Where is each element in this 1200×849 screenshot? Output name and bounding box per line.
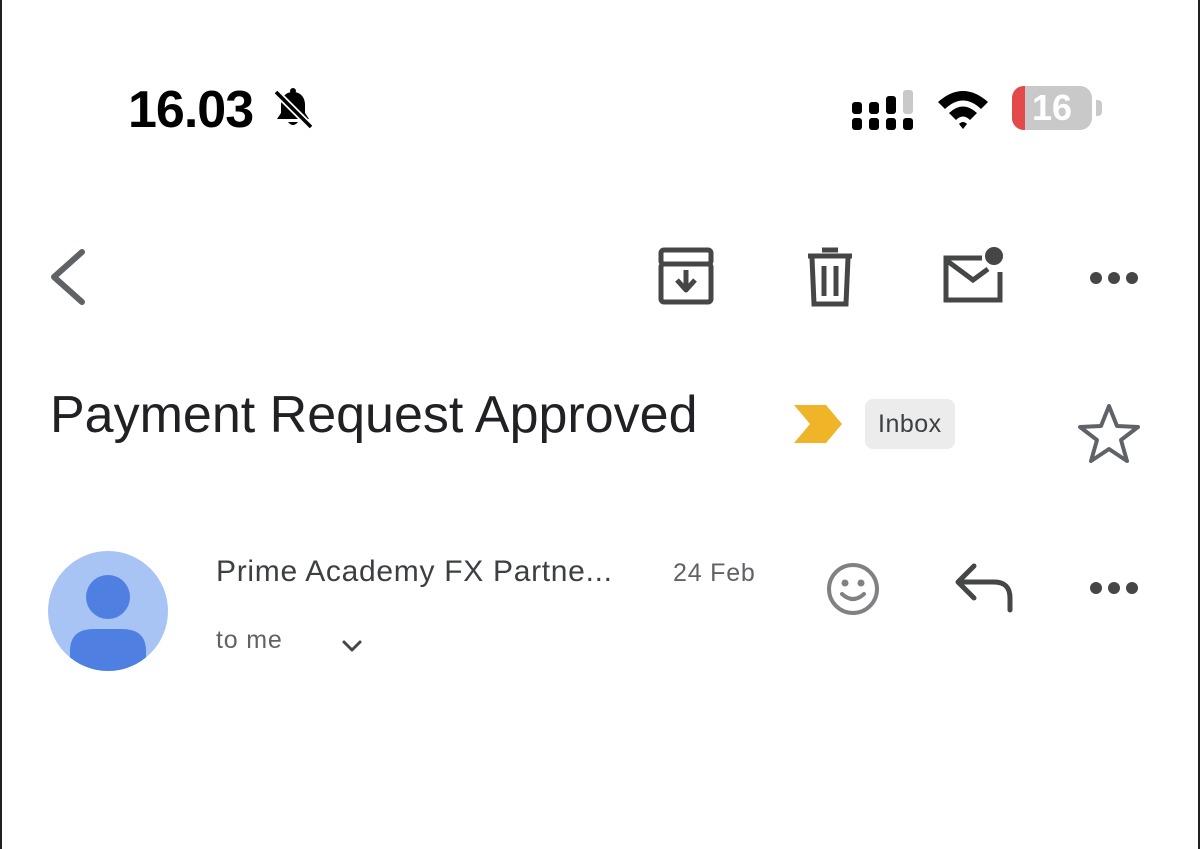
sender-avatar[interactable] <box>48 551 168 671</box>
email-date: 24 Feb <box>673 559 756 587</box>
battery-cap <box>1096 100 1102 116</box>
delete-icon[interactable] <box>800 246 860 308</box>
chevron-down-icon[interactable] <box>338 632 366 660</box>
reply-icon[interactable] <box>952 560 1018 616</box>
inbox-label-chip[interactable]: Inbox <box>865 399 955 449</box>
sender-name[interactable]: Prime Academy FX Partne... <box>216 552 613 592</box>
message-more-icon[interactable] <box>1082 570 1146 606</box>
wifi-icon <box>938 91 988 129</box>
archive-icon[interactable] <box>652 246 720 308</box>
signal-icon <box>852 90 913 130</box>
bell-slash-icon <box>273 88 314 130</box>
recipient-text[interactable]: to me <box>216 622 283 658</box>
more-options-icon[interactable] <box>1082 258 1146 298</box>
battery-level-text: 16 <box>1031 87 1073 128</box>
emoji-reaction-icon[interactable] <box>824 560 882 618</box>
star-icon[interactable] <box>1076 402 1142 466</box>
person-icon <box>70 575 146 671</box>
back-icon[interactable] <box>40 244 96 310</box>
importance-marker-icon[interactable] <box>792 403 844 445</box>
battery-icon: 16 <box>1012 86 1104 132</box>
mark-unread-icon[interactable] <box>938 244 1008 306</box>
screenshot-border-left <box>0 0 2 849</box>
email-subject: Payment Request Approved <box>50 386 698 444</box>
status-time: 16.03 <box>128 81 254 139</box>
battery-body: 16 <box>1012 86 1092 130</box>
